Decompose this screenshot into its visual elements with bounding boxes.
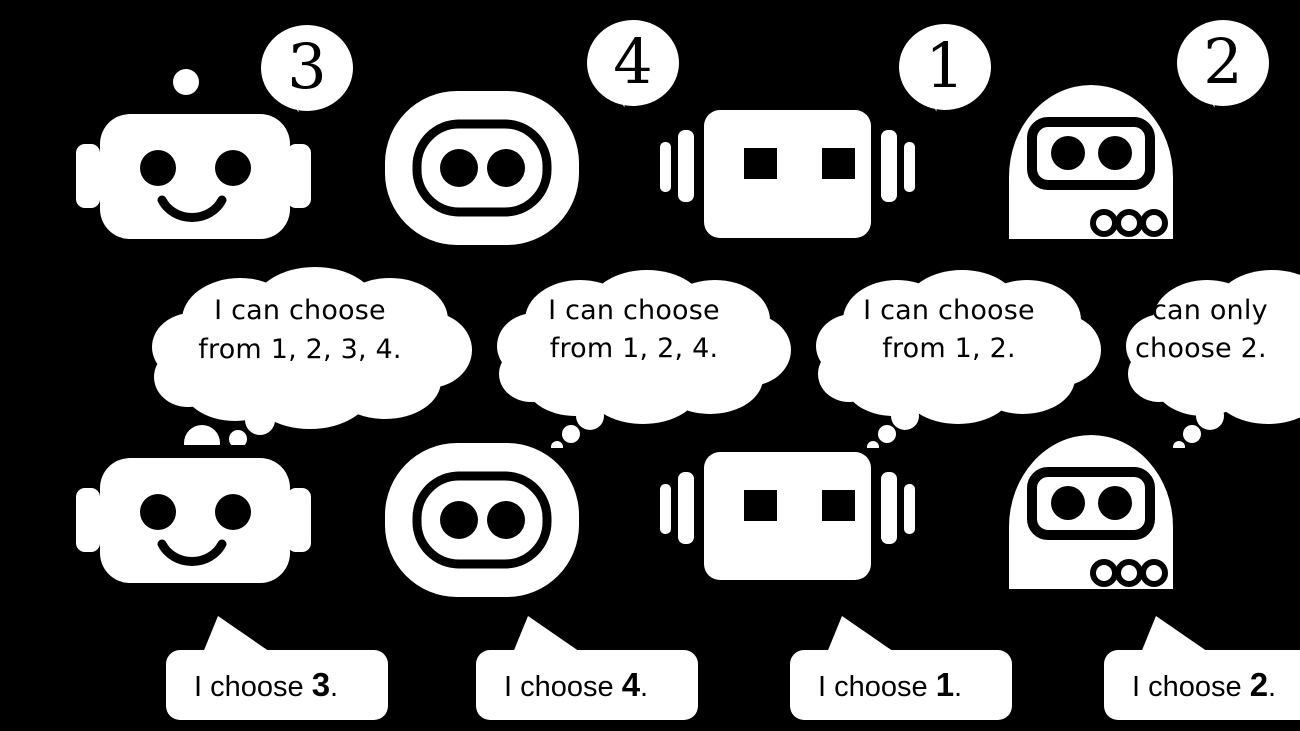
- choice-number: 2: [1249, 666, 1269, 703]
- robot-visor-icon: [385, 443, 579, 597]
- bubble-number-text: 1: [925, 29, 965, 102]
- choice-suffix: .: [330, 671, 339, 703]
- robot-choice-illustration: 3 4 1 2 I can choose from 1, 2, 3, 4. I …: [0, 0, 1300, 731]
- robot-visor-icon: [385, 91, 579, 245]
- bubble-number-text: 4: [613, 25, 653, 98]
- choice-suffix: .: [1268, 671, 1277, 703]
- choice-box-body: I choose 3.: [166, 650, 388, 720]
- thought-cloud-1: I can choose from 1, 2, 3, 4.: [150, 265, 480, 445]
- choice-box-body: I choose 4.: [476, 650, 698, 720]
- number-bubble-1: 3: [261, 25, 353, 114]
- thought-line-2: choose 2.: [1135, 333, 1267, 364]
- choice-number: 1: [935, 666, 955, 703]
- thought-cloud-4: I can only choose 2.: [1125, 268, 1300, 448]
- choice-number: 4: [621, 666, 641, 703]
- choice-prefix: I choose: [1132, 671, 1250, 703]
- thought-cloud-text: I can choose from 1, 2, 3, 4.: [150, 283, 450, 378]
- robot-dome-top: [1005, 85, 1177, 241]
- robot-visor-bottom: [382, 440, 582, 600]
- thought-cloud-2: I can choose from 1, 2, 4.: [495, 268, 795, 448]
- number-bubble-3: 1: [899, 24, 991, 113]
- thought-line-2: from 1, 2.: [882, 333, 1016, 364]
- robot-boxy-icon: [660, 452, 915, 580]
- choice-prefix: I choose: [818, 671, 936, 703]
- choice-box-body: I choose 2.: [1104, 650, 1300, 720]
- choice-prefix: I choose: [194, 671, 312, 703]
- thought-line-1: I can choose: [214, 295, 386, 327]
- choice-suffix: .: [640, 671, 649, 703]
- number-bubble-4: 2: [1177, 20, 1269, 109]
- robot-boxy-top: [660, 108, 915, 243]
- robot-dome-bottom: [1005, 435, 1177, 591]
- thought-line-2: from 1, 2, 4.: [549, 333, 719, 364]
- bubble-number-text: 2: [1203, 25, 1243, 98]
- robot-smiley-icon: [76, 458, 311, 583]
- choice-prefix: I choose: [504, 671, 622, 703]
- choice-text-2: I choose 4.: [504, 668, 648, 702]
- thought-cloud-3: I can choose from 1, 2.: [815, 268, 1105, 448]
- thought-line-1: I can choose: [548, 294, 720, 326]
- number-bubble-2: 4: [587, 20, 679, 109]
- thought-cloud-text: I can choose from 1, 2, 4.: [495, 284, 773, 376]
- choice-box-body: I choose 1.: [790, 650, 1012, 720]
- robot-dome-icon: [1009, 435, 1173, 589]
- robot-dome-icon: [1009, 85, 1173, 239]
- thought-line-1: I can choose: [863, 294, 1035, 326]
- robot-visor-top: [382, 88, 582, 248]
- thought-cloud-text: I can choose from 1, 2.: [815, 284, 1083, 376]
- choice-text-1: I choose 3.: [194, 668, 338, 702]
- choice-text-3: I choose 1.: [818, 668, 962, 702]
- thought-cloud-text: I can only choose 2.: [1135, 284, 1300, 376]
- robot-boxy-icon: [660, 110, 915, 238]
- robot-boxy-bottom: [660, 450, 915, 585]
- thought-line-2: from 1, 2, 3, 4.: [198, 333, 402, 365]
- choice-suffix: .: [954, 671, 963, 703]
- thought-line-1: I can only: [1135, 294, 1268, 326]
- choice-text-4: I choose 2.: [1132, 668, 1276, 702]
- choice-number: 3: [311, 666, 331, 703]
- bubble-number-text: 3: [287, 30, 327, 103]
- robot-smiley-bottom: [70, 452, 320, 592]
